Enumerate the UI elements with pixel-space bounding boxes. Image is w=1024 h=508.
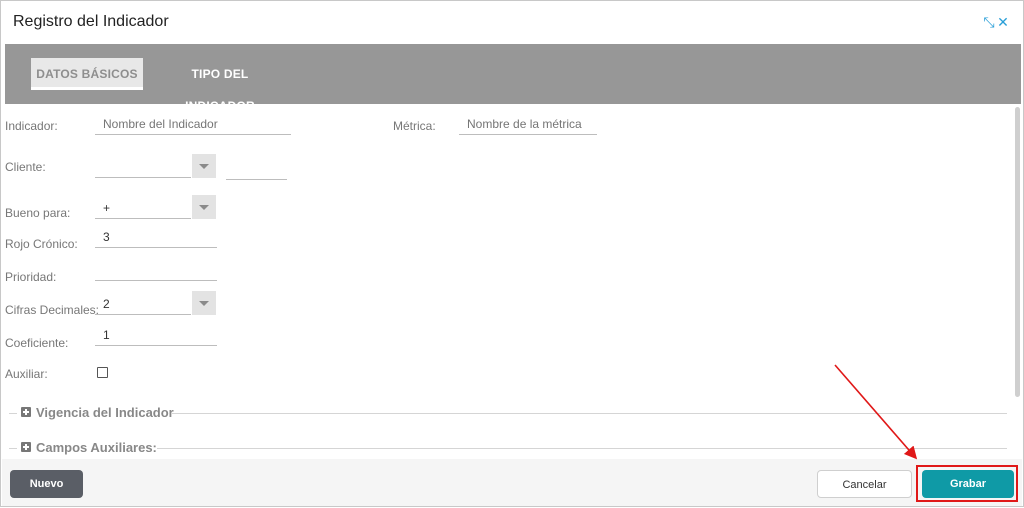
title-bar: Registro del Indicador ⤡ ✕ — [1, 1, 1023, 44]
indicator-dialog: Registro del Indicador ⤡ ✕ DATOS BÁSICOS… — [0, 0, 1024, 507]
tab-datos-basicos[interactable]: DATOS BÁSICOS — [31, 58, 143, 90]
cliente-dropdown-button[interactable] — [192, 154, 216, 178]
auxiliar-checkbox[interactable] — [97, 367, 108, 378]
section-vigencia[interactable]: Vigencia del Indicador — [9, 405, 1007, 421]
section-vigencia-label[interactable]: Vigencia del Indicador — [36, 405, 182, 420]
nuevo-button[interactable]: Nuevo — [10, 470, 83, 498]
expand-plus-icon[interactable] — [21, 442, 31, 452]
section-campos-auxiliares-label[interactable]: Campos Auxiliares: — [36, 440, 165, 455]
collapse-icon[interactable]: ⤡ — [983, 15, 995, 29]
rojo-cronico-label: Rojo Crónico: — [5, 237, 78, 251]
section-divider — [9, 448, 17, 449]
expand-plus-icon[interactable] — [21, 407, 31, 417]
tab-tipo-indicador[interactable]: TIPO DEL INDICADOR — [155, 58, 285, 113]
tab-bar: DATOS BÁSICOS TIPO DEL INDICADOR — [5, 44, 1021, 113]
cifras-decimales-dropdown-button[interactable] — [192, 291, 216, 315]
coeficiente-input[interactable]: 1 — [95, 324, 217, 346]
indicador-label: Indicador: — [5, 119, 58, 133]
metrica-label: Métrica: — [393, 119, 436, 133]
auxiliar-label: Auxiliar: — [5, 367, 48, 381]
bueno-para-select[interactable]: + — [95, 197, 191, 219]
cifras-decimales-select[interactable]: 2 — [95, 293, 191, 315]
coeficiente-label: Coeficiente: — [5, 336, 69, 350]
section-campos-auxiliares[interactable]: Campos Auxiliares: — [9, 440, 1007, 456]
bueno-para-label: Bueno para: — [5, 206, 71, 220]
indicador-input[interactable] — [95, 113, 291, 135]
prioridad-label: Prioridad: — [5, 270, 57, 284]
window-controls: ⤡ ✕ — [983, 15, 1009, 29]
cifras-decimales-label: Cifras Decimales: — [5, 303, 100, 317]
cliente-select[interactable] — [95, 156, 191, 178]
rojo-cronico-input[interactable]: 3 — [95, 226, 217, 248]
dialog-title: Registro del Indicador — [13, 13, 169, 30]
section-divider — [9, 413, 17, 414]
vertical-scrollbar[interactable] — [1015, 107, 1020, 397]
section-divider — [171, 413, 1007, 414]
dialog-footer: Nuevo Cancelar Grabar — [2, 459, 1022, 506]
cancelar-button[interactable]: Cancelar — [817, 470, 912, 498]
metrica-input[interactable] — [459, 113, 597, 135]
grabar-highlight-box — [916, 465, 1018, 502]
section-divider — [157, 448, 1007, 449]
prioridad-input[interactable] — [95, 259, 217, 281]
bueno-para-dropdown-button[interactable] — [192, 195, 216, 219]
cliente-code-input[interactable] — [226, 158, 287, 180]
close-icon[interactable]: ✕ — [997, 15, 1009, 29]
cliente-label: Cliente: — [5, 160, 46, 174]
